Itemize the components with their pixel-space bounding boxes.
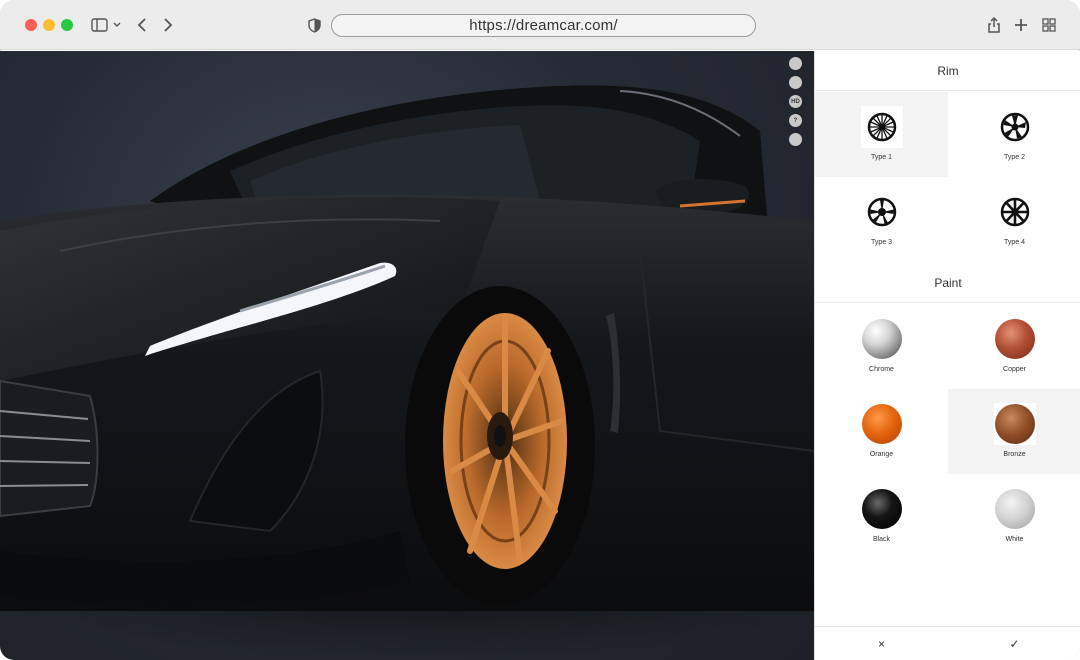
paint-thumbnail [994,488,1036,530]
rotate-icon[interactable] [789,57,802,70]
wheel-icon [1000,197,1029,227]
paint-section-title: Paint [815,263,1080,303]
paint-swatch [994,319,1035,359]
reset-icon[interactable] [789,76,802,89]
camera-icon[interactable] [789,133,802,146]
paint-thumbnail [993,403,1036,445]
paint-option-label: Black [872,536,891,543]
share-button[interactable] [984,14,1004,36]
paint-thumbnail [861,318,903,360]
sidebar-icon [91,18,121,32]
wheel-icon [867,197,896,227]
new-tab-button[interactable] [1010,14,1032,36]
paint-thumbnail [861,403,903,445]
share-icon [988,16,1000,33]
paint-option-copper[interactable]: Copper [948,304,1080,389]
minimize-window-button[interactable] [43,19,55,31]
paint-option-label: Bronze [1003,451,1026,458]
paint-option-white[interactable]: White [948,474,1080,559]
browser-window: https://dreamcar.com/ HD ? Rim Type 1 Ty… [0,0,1080,660]
rim-option-type-1[interactable]: Type 1 [815,92,948,177]
cancel-button[interactable]: × [815,627,948,660]
url-text: https://dreamcar.com/ [469,17,618,34]
paint-swatch [994,489,1035,529]
chevron-left-icon [137,18,146,32]
paint-swatch [861,404,902,444]
grid-icon [1042,18,1056,32]
address-bar[interactable]: https://dreamcar.com/ [331,14,756,37]
car-render [0,85,814,660]
paint-thumbnail [861,488,903,530]
viewer-toolbar: HD ? [789,57,803,152]
rim-thumbnail [994,191,1036,233]
paint-swatch [861,489,902,529]
wheel-icon [1000,112,1029,142]
forward-button[interactable] [158,14,178,36]
privacy-report-button[interactable] [304,14,324,36]
car-3d-viewport[interactable]: HD ? [0,51,814,660]
paint-swatch [994,404,1035,444]
rim-option-type-3[interactable]: Type 3 [815,177,948,262]
tab-overview-button[interactable] [1038,14,1060,36]
paint-option-label: Orange [869,451,894,458]
configurator-panel: Rim Type 1 Type 2 Type 3 Type 4 Paint Ch… [814,51,1080,660]
plus-icon [1015,19,1027,31]
paint-option-chrome[interactable]: Chrome [815,304,948,389]
paint-option-orange[interactable]: Orange [815,389,948,474]
chevron-right-icon [164,18,173,32]
help-icon[interactable]: ? [789,114,802,127]
paint-thumbnail [994,318,1036,360]
hd-icon[interactable]: HD [789,95,802,108]
confirm-button[interactable]: ✓ [948,627,1080,660]
close-window-button[interactable] [25,19,37,31]
paint-option-label: Copper [1003,366,1026,373]
close-icon: × [877,636,885,651]
rim-option-type-2[interactable]: Type 2 [948,92,1080,177]
rim-option-type-4[interactable]: Type 4 [948,177,1080,262]
checkmark-icon: ✓ [1009,636,1020,651]
shield-icon [307,17,321,33]
paint-option-black[interactable]: Black [815,474,948,559]
rim-thumbnail [860,106,903,148]
rim-option-label: Type 1 [870,154,892,161]
rim-option-label: Type 2 [1003,154,1025,161]
rim-option-label: Type 4 [1003,239,1025,246]
rim-option-label: Type 3 [870,239,892,246]
rim-section-title: Rim [815,51,1080,91]
wheel-icon [867,112,896,142]
paint-option-label: White [1005,536,1024,543]
paint-swatch [861,319,902,359]
paint-option-bronze[interactable]: Bronze [948,389,1080,474]
rim-thumbnail [994,106,1036,148]
back-button[interactable] [132,14,152,36]
maximize-window-button[interactable] [61,19,73,31]
rim-thumbnail [861,191,903,233]
sidebar-toggle-button[interactable] [88,14,124,36]
browser-titlebar: https://dreamcar.com/ [0,0,1080,50]
panel-footer: × ✓ [815,626,1080,660]
paint-option-label: Chrome [869,366,894,373]
